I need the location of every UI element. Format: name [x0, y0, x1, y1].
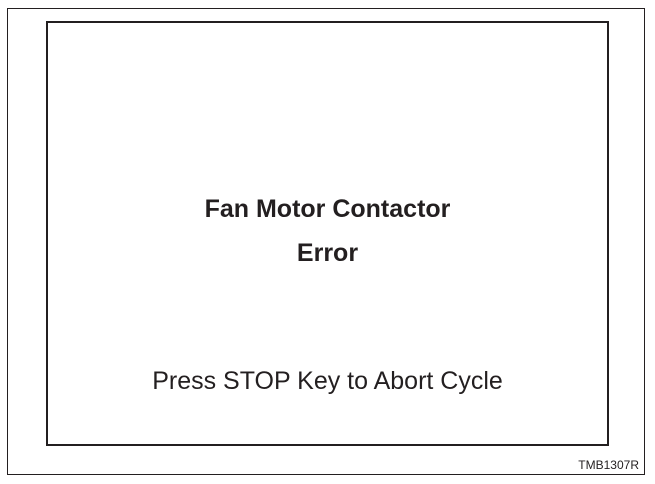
figure-frame: Fan Motor Contactor Error Press STOP Key…	[7, 8, 645, 475]
display-screen: Fan Motor Contactor Error Press STOP Key…	[46, 21, 609, 446]
abort-prompt: Press STOP Key to Abort Cycle	[152, 367, 503, 395]
figure-code: TMB1307R	[578, 458, 639, 472]
error-message: Fan Motor Contactor Error	[48, 187, 607, 275]
error-message-line-1: Fan Motor Contactor	[204, 195, 451, 223]
error-message-line-2: Error	[296, 239, 359, 267]
